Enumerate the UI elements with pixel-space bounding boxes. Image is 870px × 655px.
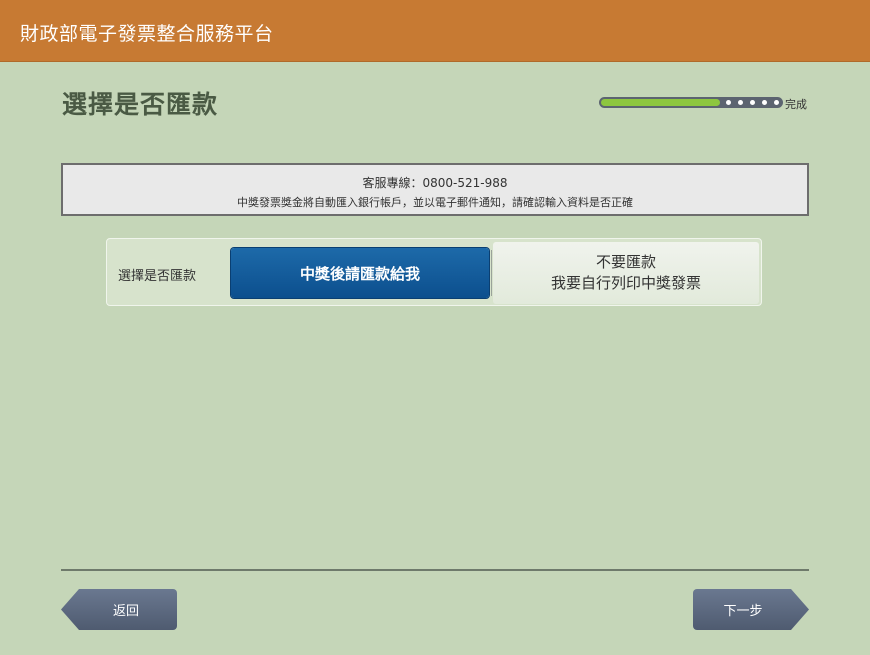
- progress-step-dot: [750, 100, 755, 105]
- notice-message: 中獎發票獎金將自動匯入銀行帳戶，並以電子郵件通知，請確認輸入資料是否正確: [237, 196, 633, 209]
- progress-label: 完成: [785, 98, 807, 111]
- header-bar: 財政部電子發票整合服務平台: [0, 0, 870, 62]
- choice-label: 選擇是否匯款: [118, 269, 197, 284]
- footer-divider: [61, 569, 809, 571]
- progress-step-dot: [726, 100, 731, 105]
- progress-bar: [599, 97, 783, 108]
- back-button[interactable]: 返回: [61, 589, 177, 630]
- progress-step-dot: [762, 100, 767, 105]
- remit-yes-button[interactable]: 中獎後請匯款給我: [231, 248, 489, 298]
- hotline-text: 客服專線：0800-521-988: [362, 176, 508, 190]
- remit-no-label-line2: 我要自行列印中獎發票: [550, 274, 701, 292]
- progress-bar-fill: [601, 99, 720, 106]
- progress-step-dot: [774, 100, 779, 105]
- choice-divider: [491, 250, 492, 296]
- notice-box: 客服專線：0800-521-988 中獎發票獎金將自動匯入銀行帳戶，並以電子郵件…: [61, 163, 809, 216]
- page-title: 選擇是否匯款: [62, 90, 219, 119]
- remit-no-label-line1: 不要匯款: [595, 253, 656, 271]
- progress-step-dot: [738, 100, 743, 105]
- remit-no-button[interactable]: 不要匯款 我要自行列印中獎發票: [493, 242, 759, 304]
- remittance-choice-panel: 選擇是否匯款 中獎後請匯款給我 不要匯款 我要自行列印中獎發票: [106, 238, 762, 306]
- app-title: 財政部電子發票整合服務平台: [20, 23, 274, 45]
- next-button[interactable]: 下一步: [693, 589, 809, 630]
